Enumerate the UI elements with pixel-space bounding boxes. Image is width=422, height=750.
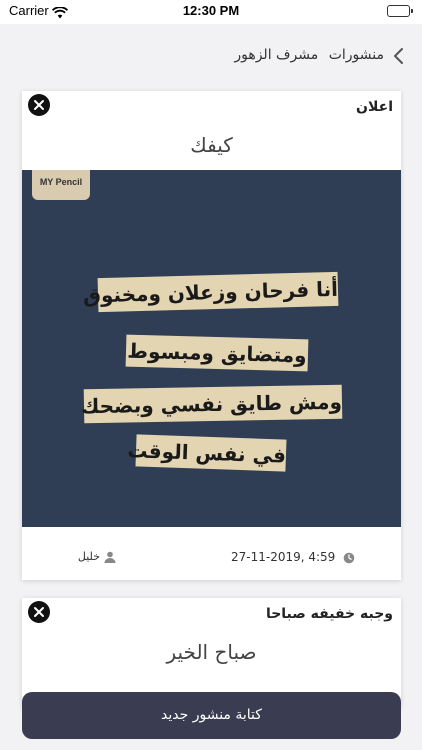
user-icon <box>104 551 116 563</box>
timestamp-text: 27-11-2019, 4:59 <box>231 550 336 564</box>
post-footer: خليل 27-11-2019, 4:59 <box>22 527 401 580</box>
brand-tag: MY Pencil <box>32 170 90 200</box>
close-icon[interactable] <box>28 94 50 116</box>
clock: 12:30 PM <box>182 3 240 18</box>
poster-line: أنا فرحان وزعلان ومخنوق <box>83 271 339 313</box>
post-card[interactable]: اعلان كيفك MY Pencil أنا فرحان وزعلان وم… <box>22 91 401 580</box>
nav-title: منشورات مشرف الزهور <box>228 47 384 63</box>
chevron-left-icon[interactable] <box>390 46 408 66</box>
status-bar: Carrier 12:30 PM <box>0 0 422 24</box>
poster-line: في نفس الوقت <box>127 434 287 472</box>
poster-line: ومش طايق نفسي وبضحك <box>81 384 343 424</box>
author-name: خليل <box>77 550 100 563</box>
close-icon[interactable] <box>28 601 50 623</box>
post-title: اعلان <box>356 99 393 115</box>
clock-icon <box>343 552 355 563</box>
battery-tip <box>411 9 413 13</box>
post-title: وجبه خفيفه صباحا <box>265 606 393 622</box>
post-header: وجبه خفيفه صباحا <box>22 598 401 632</box>
author-info[interactable]: خليل <box>78 550 116 563</box>
poster-line: ومتضايق ومبسوط <box>125 334 309 372</box>
post-image[interactable]: MY Pencil أنا فرحان وزعلان ومخنوق ومتضاي… <box>22 170 401 527</box>
screen: Carrier 12:30 PM منشورات مشرف الزهور اعل… <box>0 0 422 750</box>
new-post-button[interactable]: كتابة منشور جديد <box>22 692 401 739</box>
battery-icon <box>387 5 413 17</box>
nav-bar: منشورات مشرف الزهور <box>0 24 422 90</box>
post-subtitle: كيفك <box>190 133 233 157</box>
post-subtitle: صباح الخير <box>166 640 257 664</box>
nav-title-name: مشرف الزهور <box>234 47 319 63</box>
post-header: اعلان <box>22 91 401 125</box>
nav-title-section: منشورات <box>328 47 384 63</box>
post-timestamp: 27-11-2019, 4:59 <box>231 550 355 564</box>
